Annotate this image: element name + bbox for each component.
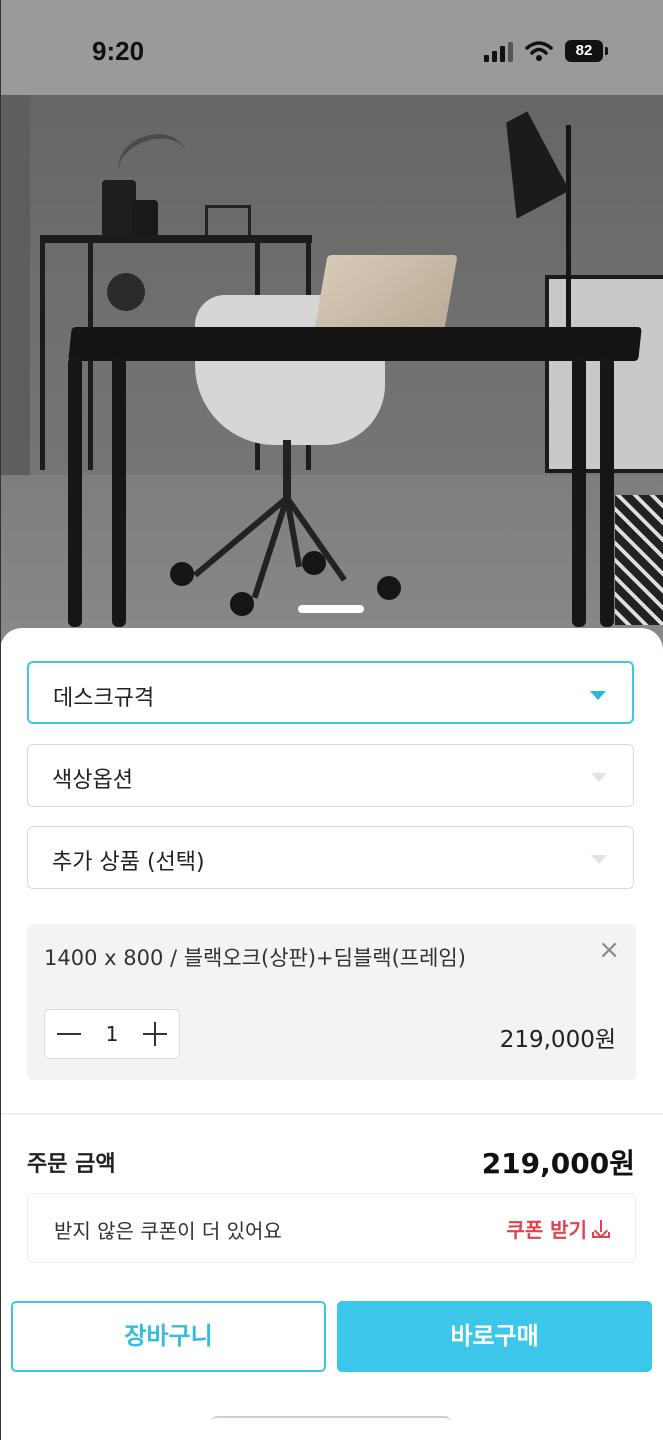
order-total-label: 주문 금액 [27,1152,116,1177]
chevron-down-icon [591,773,607,782]
color-option-select[interactable]: 색상옵션 [27,744,634,807]
selected-item-name: 1400 x 800 / 블랙오크(상판)+딤블랙(프레임) [44,946,466,970]
status-time: 9:20 [92,36,145,66]
extra-product-select[interactable]: 추가 상품 (선택) [27,826,634,889]
product-image[interactable] [0,95,663,655]
plus-icon[interactable] [143,1018,167,1050]
status-bar: 9:20 82 [0,0,663,95]
coupon-message: 받지 않은 쿠폰이 더 있어요 [54,1219,282,1243]
desk-size-label: 데스크규격 [53,686,155,711]
selected-item-card: 1400 x 800 / 블랙오크(상판)+딤블랙(프레임) × 1 219,0… [27,924,636,1080]
color-option-label: 색상옵션 [52,768,133,793]
signal-icon [484,40,513,62]
wifi-icon [525,41,553,61]
close-icon[interactable]: × [598,936,620,964]
buy-now-button[interactable]: 바로구매 [337,1301,652,1372]
home-indicator [211,1416,451,1426]
chevron-down-icon [590,691,606,700]
get-coupon-label: 쿠폰 받기 [506,1218,587,1242]
selected-item-price: 219,000원 [499,1027,616,1053]
quantity-stepper: 1 [44,1009,180,1059]
download-icon [591,1219,611,1239]
divider [0,1113,663,1115]
coupon-banner: 받지 않은 쿠폰이 더 있어요 쿠폰 받기 [27,1193,636,1263]
battery-icon: 82 [565,40,608,62]
image-page-indicator[interactable] [298,605,364,613]
get-coupon-button[interactable]: 쿠폰 받기 [506,1214,611,1243]
extra-product-label: 추가 상품 (선택) [52,850,205,875]
chevron-down-icon [591,855,607,864]
desk-size-select[interactable]: 데스크규격 [27,661,634,724]
add-to-cart-button[interactable]: 장바구니 [11,1301,326,1372]
order-total-value: 219,000원 [481,1147,635,1180]
screen-edge [0,0,1,1440]
